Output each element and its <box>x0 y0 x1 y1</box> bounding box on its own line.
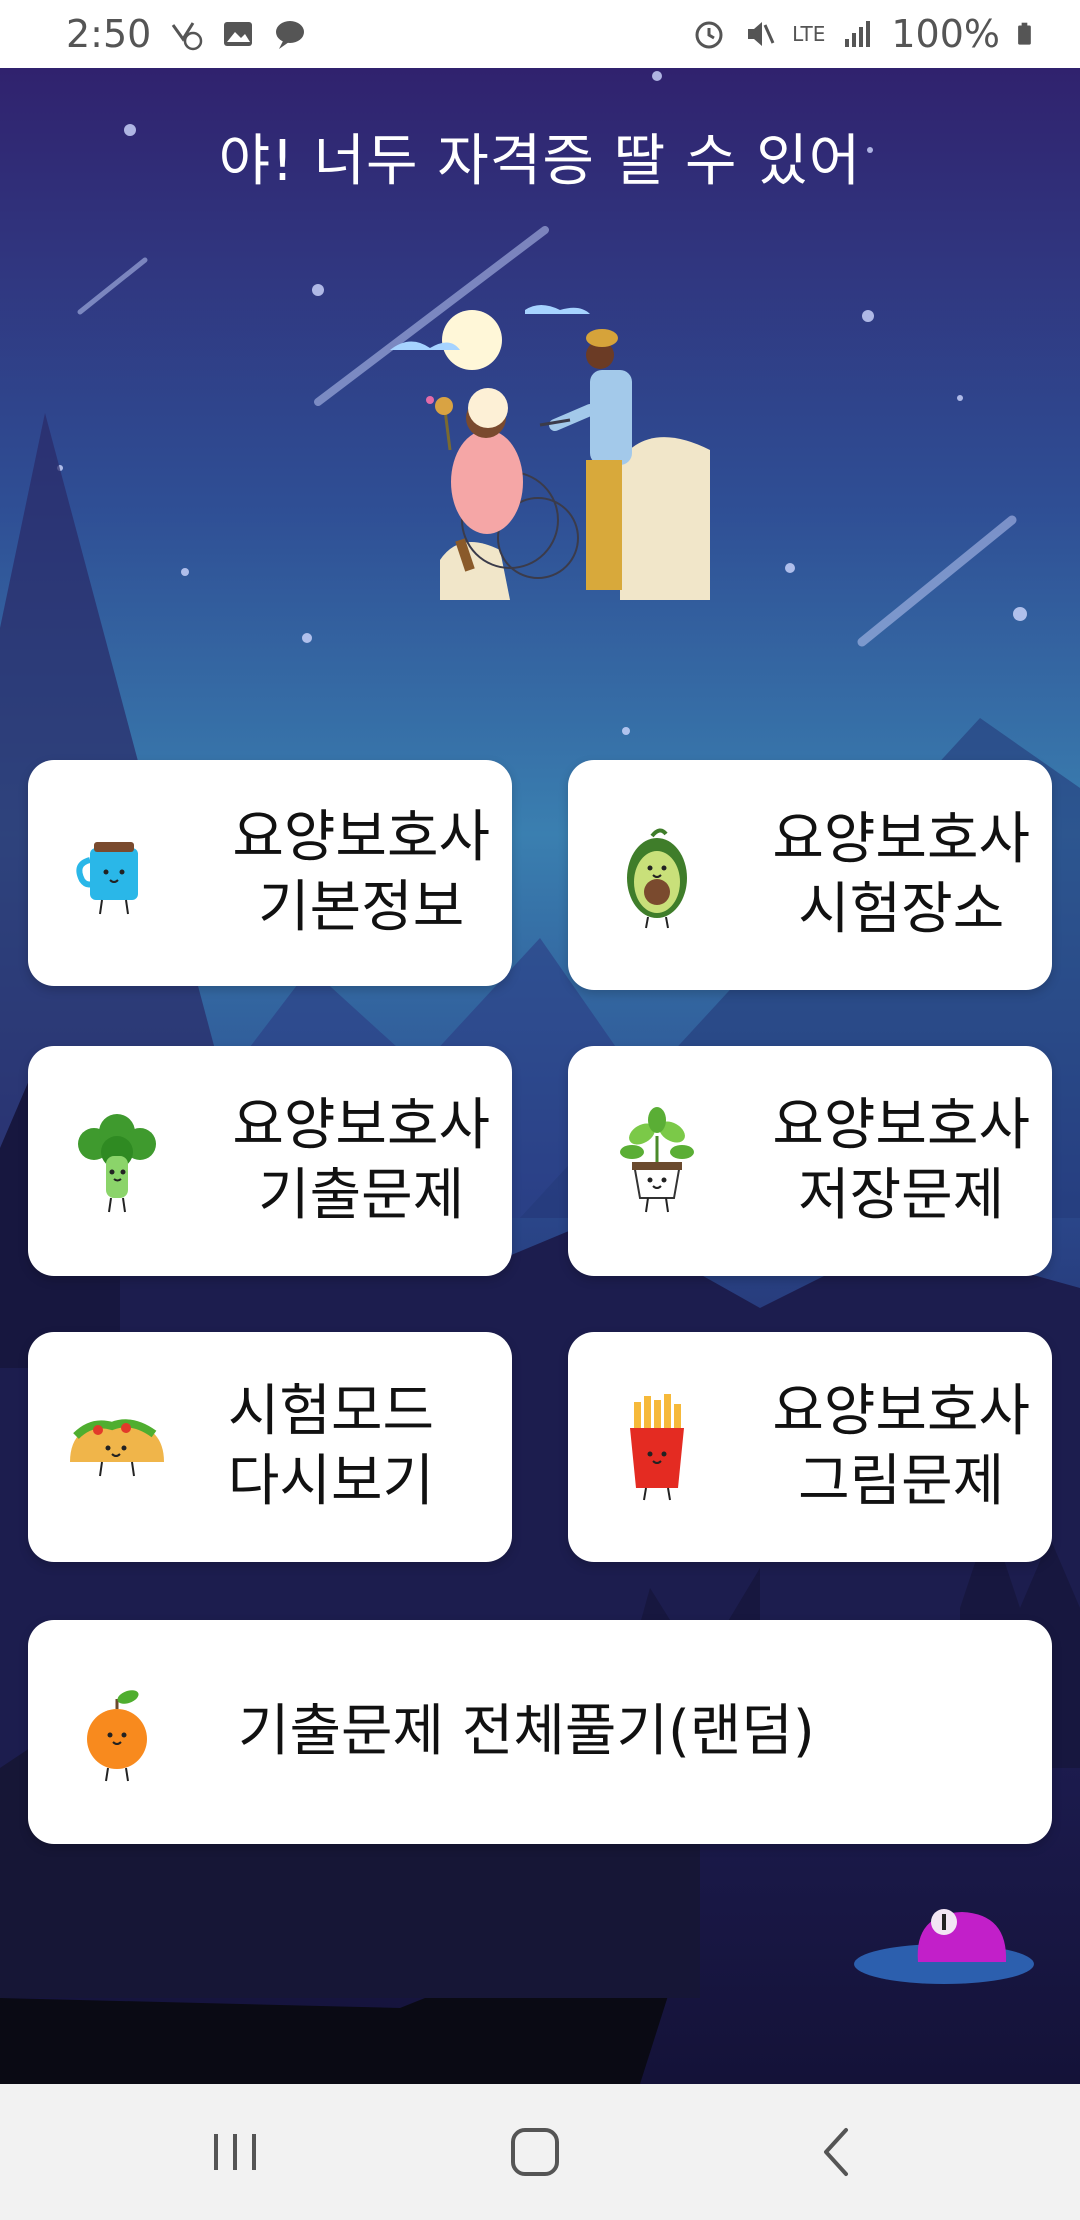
status-time: 2:50 <box>66 12 152 56</box>
menu-card-label: 요양보호사 그림문제 <box>772 1379 1030 1514</box>
potted-plant-icon <box>620 1107 694 1213</box>
menu-card-label: 요양보호사 기본정보 <box>232 805 490 940</box>
menu-card-random-all[interactable]: 기출문제 전체풀기(랜덤) <box>28 1620 1052 1844</box>
menu-card-label: 기출문제 전체풀기(랜덤) <box>238 1699 815 1764</box>
recent-apps-icon[interactable] <box>200 2122 270 2182</box>
main-screen: 야! 너두 자격증 딸 수 있어 요양보호사 기본정보 요양보호사 시험장소 요… <box>0 68 1080 2084</box>
alarm-icon <box>695 21 723 49</box>
system-nav-bar <box>0 2084 1080 2220</box>
menu-card-exam-review[interactable]: 시험모드 다시보기 <box>28 1332 512 1562</box>
vibrate-mute-icon <box>748 22 775 46</box>
app-headline: 야! 너두 자격증 딸 수 있어 <box>218 129 862 194</box>
chat-bubble-icon <box>276 21 305 49</box>
menu-card-exam-location[interactable]: 요양보호사 시험장소 <box>568 760 1052 990</box>
menu-card-saved-questions[interactable]: 요양보호사 저장문제 <box>568 1046 1052 1276</box>
network-type: LTE <box>792 22 826 46</box>
missed-call-icon <box>172 22 203 51</box>
home-icon[interactable] <box>500 2122 570 2182</box>
fries-icon <box>630 1394 684 1501</box>
caregiver-illustration <box>390 305 710 600</box>
menu-card-label: 요양보호사 저장문제 <box>772 1093 1030 1228</box>
menu-card-label: 요양보호사 시험장소 <box>772 807 1030 942</box>
orange-icon <box>87 1690 147 1782</box>
status-bar: 2:50 LTE 100% <box>0 0 1080 68</box>
menu-card-past-questions[interactable]: 요양보호사 기출문제 <box>28 1046 512 1276</box>
battery-percent: 100% <box>891 12 1000 56</box>
signal-icon <box>845 21 871 47</box>
broccoli-icon <box>78 1114 156 1213</box>
purple-creature-icon <box>917 1909 1007 1962</box>
battery-icon <box>1018 22 1031 45</box>
avocado-icon <box>627 828 687 929</box>
menu-card-label: 요양보호사 기출문제 <box>232 1093 490 1228</box>
mug-icon <box>76 842 138 915</box>
back-icon[interactable] <box>802 2122 872 2182</box>
menu-card-label: 시험모드 다시보기 <box>227 1379 434 1514</box>
image-icon <box>224 22 253 46</box>
taco-icon <box>70 1419 164 1477</box>
menu-card-picture-questions[interactable]: 요양보호사 그림문제 <box>568 1332 1052 1562</box>
menu-card-basic-info[interactable]: 요양보호사 기본정보 <box>28 760 512 986</box>
